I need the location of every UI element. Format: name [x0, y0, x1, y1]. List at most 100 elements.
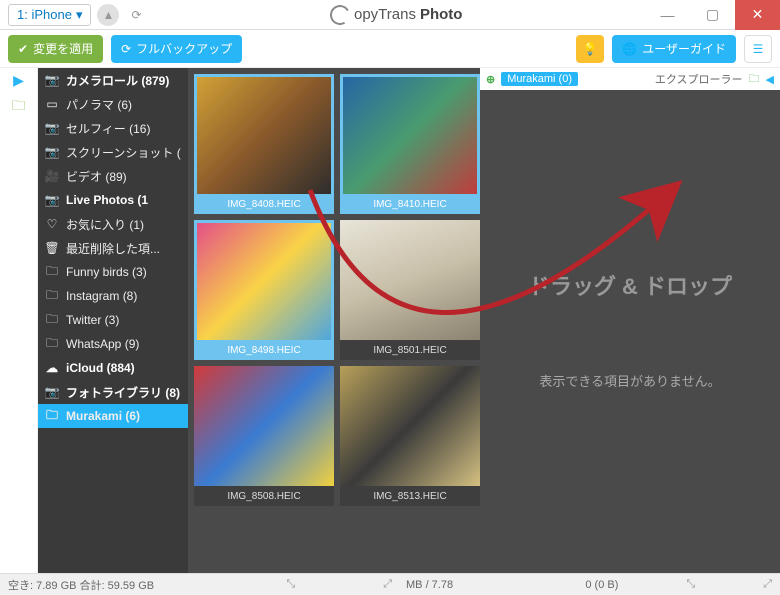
photo-thumb[interactable]: IMG_8508.HEIC — [194, 366, 334, 506]
folder-icon[interactable]: 🗀 — [749, 70, 760, 89]
collapse-icon[interactable]: ◀ — [766, 73, 774, 86]
content: ▶ 🗀 📷 カメラロール (879) ▭パノラマ (6) 📷 セルフィー (16) 📷 スク… — [0, 68, 780, 573]
photo-thumb[interactable]: IMG_8408.HEIC — [194, 74, 334, 214]
refresh-button[interactable]: ⟳ — [125, 4, 147, 26]
device-selector[interactable]: 1: iPhone ▾ — [8, 4, 91, 26]
photo-pane: IMG_8408.HEICIMG_8410.HEICIMG_8498.HEICI… — [188, 68, 480, 573]
sidebar-item[interactable]: 📷Live Photos (1 — [38, 188, 188, 212]
thumb-filename: IMG_8513.HEIC — [340, 486, 480, 506]
sidebar-item-label: Twitter (3) — [66, 313, 119, 327]
sidebar-item[interactable]: 🗑最近削除した項... — [38, 236, 188, 260]
add-icon[interactable]: ⊕ — [486, 73, 495, 86]
sidebar-item[interactable]: 🗀 Twitter (3) — [38, 308, 188, 332]
sidebar-item-label: 最近削除した項... — [66, 240, 160, 257]
sidebar-item-label: Funny birds (3) — [66, 265, 147, 279]
drop-title: ドラッグ & ドロップ — [528, 273, 732, 302]
toolbar: ✔ 変更を適用 ⟳ フルバックアップ 💡 🌐 ユーザーガイド ☰ — [0, 30, 780, 68]
zoom-in-icon[interactable]: ⤢ — [383, 578, 392, 591]
bulb-icon: 💡 — [583, 42, 598, 56]
refresh-icon: ⟳ — [121, 42, 131, 56]
zoom-in-icon-2[interactable]: ⤢ — [763, 578, 772, 591]
drop-folder-tag[interactable]: Murakami (0) — [501, 72, 578, 86]
sidebar-item-label: カメラロール (879) — [66, 72, 169, 89]
minimize-button[interactable]: — — [645, 0, 690, 30]
sidebar-item-label: スクリーンショット ( — [66, 144, 181, 161]
drop-body[interactable]: ドラッグ & ドロップ 表示できる項目がありません。 — [480, 90, 780, 573]
thumb-image — [340, 74, 480, 194]
camera-icon: 📷 — [44, 121, 60, 135]
sidebar-item[interactable]: 📷 セルフィー (16) — [38, 116, 188, 140]
app-name-1: opyTrans — [354, 6, 416, 23]
photo-thumb[interactable]: IMG_8410.HEIC — [340, 74, 480, 214]
sidebar-item[interactable]: 📷 カメラロール (879) — [38, 68, 188, 92]
sidebar-item-label: ビデオ (89) — [66, 168, 127, 185]
eject-button[interactable]: ▲ — [97, 4, 119, 26]
thumb-filename: IMG_8501.HEIC — [340, 340, 480, 360]
sidebar-item[interactable]: 🗀Instagram (8) — [38, 284, 188, 308]
app-name-2: Photo — [420, 6, 463, 23]
folder-icon: 🗀 — [44, 334, 60, 355]
sidebar-item[interactable]: 📷 スクリーンショット ( — [38, 140, 188, 164]
zoom-out-icon[interactable]: ⤡ — [286, 578, 295, 591]
menu-button[interactable]: ☰ — [744, 35, 772, 63]
sidebar-item[interactable]: 🎥 ビデオ (89) — [38, 164, 188, 188]
status-left: 空き: 7.89 GB 合計: 59.59 GB — [8, 577, 154, 593]
sidebar-item[interactable]: 🗀WhatsApp (9) — [38, 332, 188, 356]
status-right: 0 (0 B) — [585, 579, 618, 591]
thumb-image — [194, 220, 334, 340]
backup-label: フルバックアップ — [136, 40, 232, 57]
check-icon: ✔ — [18, 42, 28, 56]
menu-icon: ☰ — [753, 42, 764, 56]
thumb-image — [340, 366, 480, 486]
camera-icon: 📷 — [44, 385, 60, 399]
thumb-filename: IMG_8410.HEIC — [340, 194, 480, 214]
photo-thumb[interactable]: IMG_8513.HEIC — [340, 366, 480, 506]
nav-play-icon[interactable]: ▶ — [13, 72, 24, 89]
nav-folder-icon[interactable]: 🗀 — [12, 95, 26, 119]
storage-info: 空き: 7.89 GB 合計: 59.59 GB — [8, 577, 154, 593]
folder-icon: 🗀 — [44, 310, 60, 331]
logo-icon — [328, 2, 352, 26]
sidebar-item[interactable]: ▭パノラマ (6) — [38, 92, 188, 116]
sidebar-item[interactable]: ☁iCloud (884) — [38, 356, 188, 380]
photo-grid: IMG_8408.HEICIMG_8410.HEICIMG_8498.HEICI… — [194, 74, 474, 506]
apply-label: 変更を適用 — [33, 40, 93, 57]
thumb-image — [194, 74, 334, 194]
video-icon: 🎥 — [44, 169, 60, 183]
folder-icon: 🗀 — [44, 262, 60, 283]
thumb-image — [194, 366, 334, 486]
window-controls: — ▢ ✕ — [645, 0, 780, 30]
sidebar-item-label: Murakami (6) — [66, 409, 140, 423]
hint-button[interactable]: 💡 — [576, 35, 604, 63]
full-backup-button[interactable]: ⟳ フルバックアップ — [111, 35, 242, 63]
sidebar-item-label: セルフィー (16) — [66, 120, 150, 137]
zoom-out-icon-2[interactable]: ⤡ — [686, 578, 695, 591]
camera-icon: 📷 — [44, 73, 60, 87]
status-mid: MB / 7.78 — [406, 579, 453, 591]
apply-changes-button[interactable]: ✔ 変更を適用 — [8, 35, 103, 63]
sidebar-item-label: フォトライブラリ (8) — [66, 384, 180, 401]
sidebar-item[interactable]: ♡お気に入り (1) — [38, 212, 188, 236]
photo-thumb[interactable]: IMG_8501.HEIC — [340, 220, 480, 360]
globe-icon: 🌐 — [622, 42, 637, 56]
close-button[interactable]: ✕ — [735, 0, 780, 30]
drop-header: ⊕ Murakami (0) エクスプローラー 🗀 ◀ — [480, 68, 780, 90]
thumb-filename: IMG_8408.HEIC — [194, 194, 334, 214]
sidebar-item[interactable]: 🗀 Funny birds (3) — [38, 260, 188, 284]
sidebar: 📷 カメラロール (879) ▭パノラマ (6) 📷 セルフィー (16) 📷 スクリーンシ… — [38, 68, 188, 573]
cloud-icon: ☁ — [44, 361, 60, 375]
sidebar-item-label: パノラマ (6) — [66, 96, 132, 113]
sidebar-item[interactable]: 📷 フォトライブラリ (8) — [38, 380, 188, 404]
user-guide-button[interactable]: 🌐 ユーザーガイド — [612, 35, 736, 63]
explorer-label: エクスプローラー — [655, 71, 743, 87]
folder-icon: 🗀 — [44, 406, 60, 427]
titlebar: 1: iPhone ▾ ▲ ⟳ opyTrans Photo — ▢ ✕ — [0, 0, 780, 30]
app-title: opyTrans Photo — [147, 5, 645, 25]
device-label: 1: iPhone — [17, 7, 72, 22]
photo-thumb[interactable]: IMG_8498.HEIC — [194, 220, 334, 360]
nav-strip: ▶ 🗀 — [0, 68, 38, 573]
camera-icon: 📷 — [44, 145, 60, 159]
sidebar-item-label: Instagram (8) — [66, 289, 137, 303]
maximize-button[interactable]: ▢ — [690, 0, 735, 30]
sidebar-item[interactable]: 🗀 Murakami (6) — [38, 404, 188, 428]
